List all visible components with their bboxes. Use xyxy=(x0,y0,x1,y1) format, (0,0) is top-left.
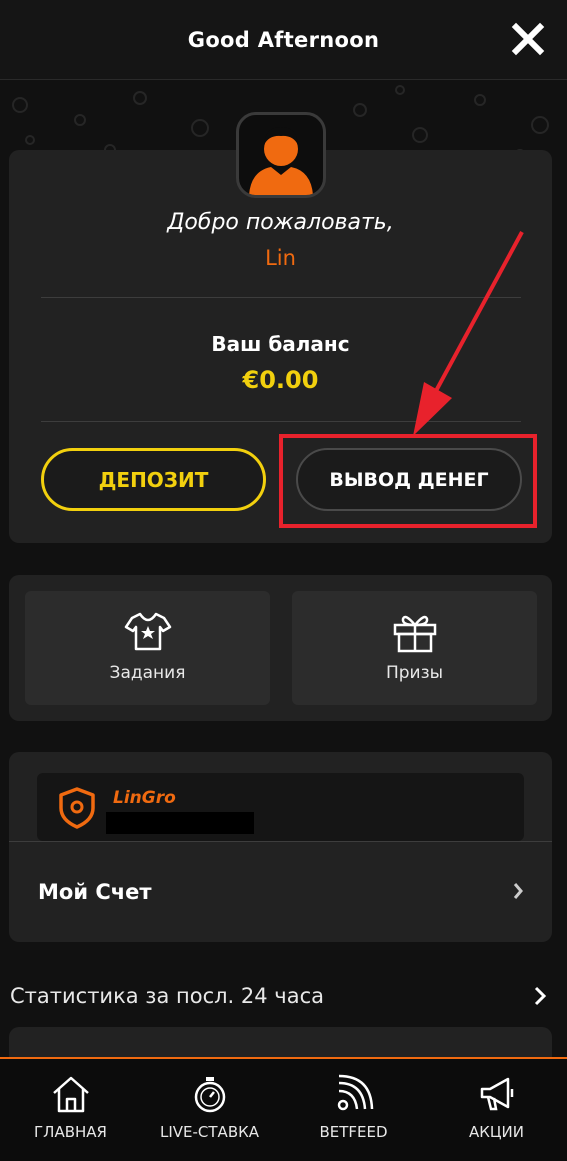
gift-icon xyxy=(393,615,436,653)
nav-betfeed[interactable]: BETFEED xyxy=(283,1059,424,1161)
shield-icon xyxy=(59,787,95,829)
stopwatch-icon xyxy=(194,1077,225,1113)
avatar xyxy=(236,112,326,198)
bottom-navigation: ГЛАВНАЯ LIVE-СТАВКА BETFEED АКЦИИ xyxy=(0,1057,567,1161)
deposit-button[interactable]: ДЕПОЗИТ xyxy=(41,448,266,511)
tile-tasks[interactable]: Задания xyxy=(25,591,270,705)
nav-home-label: ГЛАВНАЯ xyxy=(34,1123,107,1141)
tile-tasks-label: Задания xyxy=(109,663,186,683)
close-icon xyxy=(511,22,545,56)
top-bar: Good Afternoon xyxy=(0,0,567,80)
tile-prizes-label: Призы xyxy=(385,663,444,683)
tshirt-star-icon xyxy=(124,612,171,651)
nav-promotions-label: АКЦИИ xyxy=(469,1123,524,1141)
welcome-greeting: Добро пожаловать, xyxy=(167,210,394,235)
my-account-row[interactable]: Мой Счет xyxy=(9,842,552,942)
divider xyxy=(41,421,521,422)
balance-label: Ваш баланс xyxy=(211,332,350,356)
redacted-text xyxy=(106,812,254,834)
annotation-highlight-box xyxy=(279,434,537,528)
nav-betfeed-label: BETFEED xyxy=(319,1123,388,1141)
loyalty-brand-name: LinGro xyxy=(113,788,176,808)
stats-title: Статистика за посл. 24 часа xyxy=(10,984,324,1008)
chevron-right-icon[interactable] xyxy=(533,986,547,1006)
divider xyxy=(41,297,521,298)
close-button[interactable] xyxy=(511,22,545,56)
username: Lin xyxy=(265,246,296,270)
balance-value: €0.00 xyxy=(242,366,319,394)
home-icon xyxy=(52,1076,89,1113)
page-title: Good Afternoon xyxy=(187,28,380,52)
nav-live-bet-label: LIVE-СТАВКА xyxy=(159,1123,260,1141)
nav-live-bet[interactable]: LIVE-СТАВКА xyxy=(139,1059,280,1161)
nav-promotions[interactable]: АКЦИИ xyxy=(426,1059,567,1161)
nav-home[interactable]: ГЛАВНАЯ xyxy=(0,1059,141,1161)
tile-prizes[interactable]: Призы xyxy=(292,591,537,705)
chevron-right-icon xyxy=(513,883,523,899)
megaphone-icon xyxy=(480,1077,513,1111)
feed-icon xyxy=(337,1074,373,1111)
my-account-label: Мой Счет xyxy=(38,880,152,904)
user-avatar-icon xyxy=(249,127,313,195)
